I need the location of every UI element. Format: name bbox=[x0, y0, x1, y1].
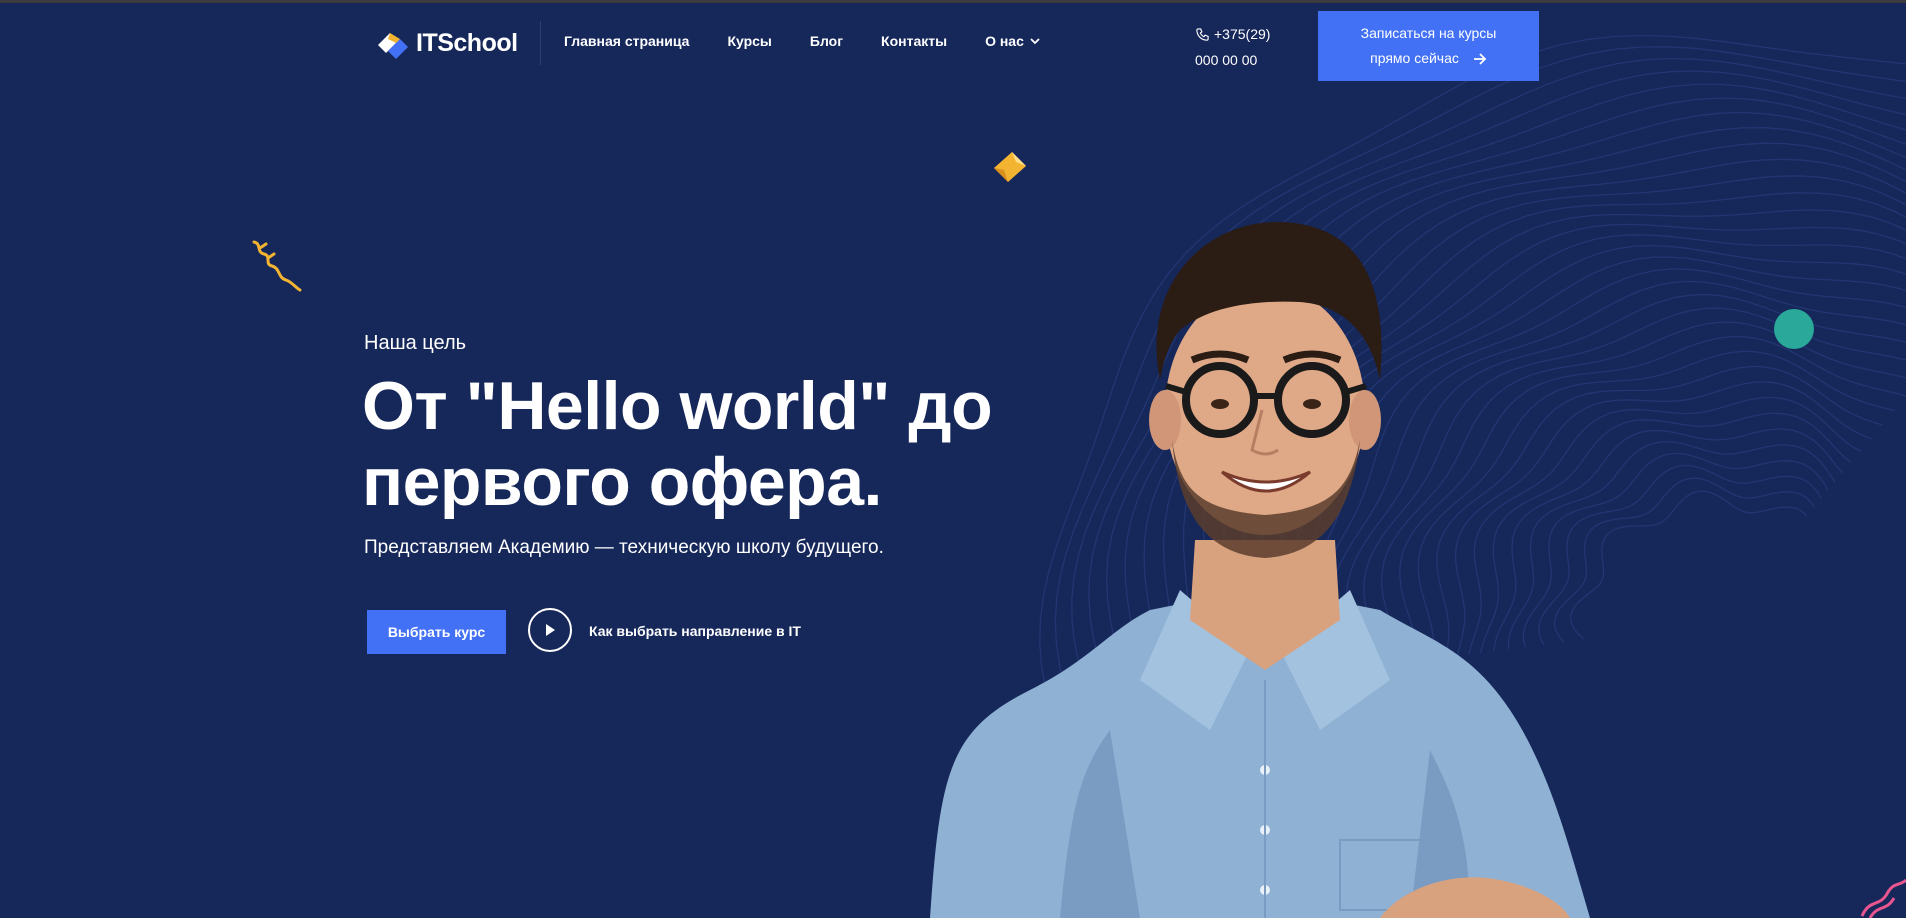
phone-icon bbox=[1196, 27, 1209, 41]
pink-squiggle-decoration bbox=[1860, 878, 1906, 918]
paper-plane-decoration bbox=[994, 152, 1026, 182]
nav-item-courses[interactable]: Курсы bbox=[727, 33, 771, 49]
enroll-button[interactable]: Записаться на курсы прямо сейчас bbox=[1318, 11, 1539, 81]
phone-line-1: +375(29) bbox=[1195, 21, 1270, 47]
nav-item-about-label: О нас bbox=[985, 33, 1024, 49]
nav-item-home[interactable]: Главная страница bbox=[564, 33, 689, 49]
enroll-button-line-1: Записаться на курсы bbox=[1360, 25, 1497, 41]
phone-code: +375(29) bbox=[1214, 26, 1271, 42]
confetti-ribbon-decoration bbox=[252, 240, 302, 292]
phone-contact[interactable]: +375(29) 000 00 00 bbox=[1195, 21, 1270, 73]
logo-icon bbox=[376, 27, 410, 59]
teal-dot-decoration bbox=[1774, 309, 1814, 349]
play-video-button[interactable] bbox=[528, 608, 572, 652]
choose-course-button[interactable]: Выбрать курс bbox=[367, 610, 506, 654]
hero-person-image bbox=[930, 221, 1590, 918]
nav-item-about[interactable]: О нас bbox=[985, 33, 1041, 49]
video-link[interactable]: Как выбрать направление в IT bbox=[589, 623, 801, 639]
play-icon bbox=[546, 624, 555, 636]
nav-item-blog[interactable]: Блог bbox=[810, 33, 843, 49]
nav-item-contacts[interactable]: Контакты bbox=[881, 33, 947, 49]
hero-subtitle: Представляем Академию — техническую школ… bbox=[364, 537, 884, 558]
enroll-button-line-2: прямо сейчас bbox=[1370, 50, 1459, 66]
header-divider bbox=[540, 21, 541, 65]
phone-number: 000 00 00 bbox=[1195, 52, 1258, 68]
hero-eyebrow: Наша цель bbox=[364, 332, 467, 354]
chevron-down-icon bbox=[1030, 38, 1040, 45]
logo[interactable]: ITSchool bbox=[376, 27, 518, 59]
logo-text: ITSchool bbox=[416, 28, 518, 57]
site-header: ITSchool Главная страница Курсы Блог Кон… bbox=[0, 3, 1906, 83]
arrow-right-icon bbox=[1473, 52, 1487, 65]
main-nav: Главная страница Курсы Блог Контакты О н… bbox=[564, 33, 1041, 49]
enroll-button-line-2-wrap: прямо сейчас bbox=[1370, 46, 1487, 71]
